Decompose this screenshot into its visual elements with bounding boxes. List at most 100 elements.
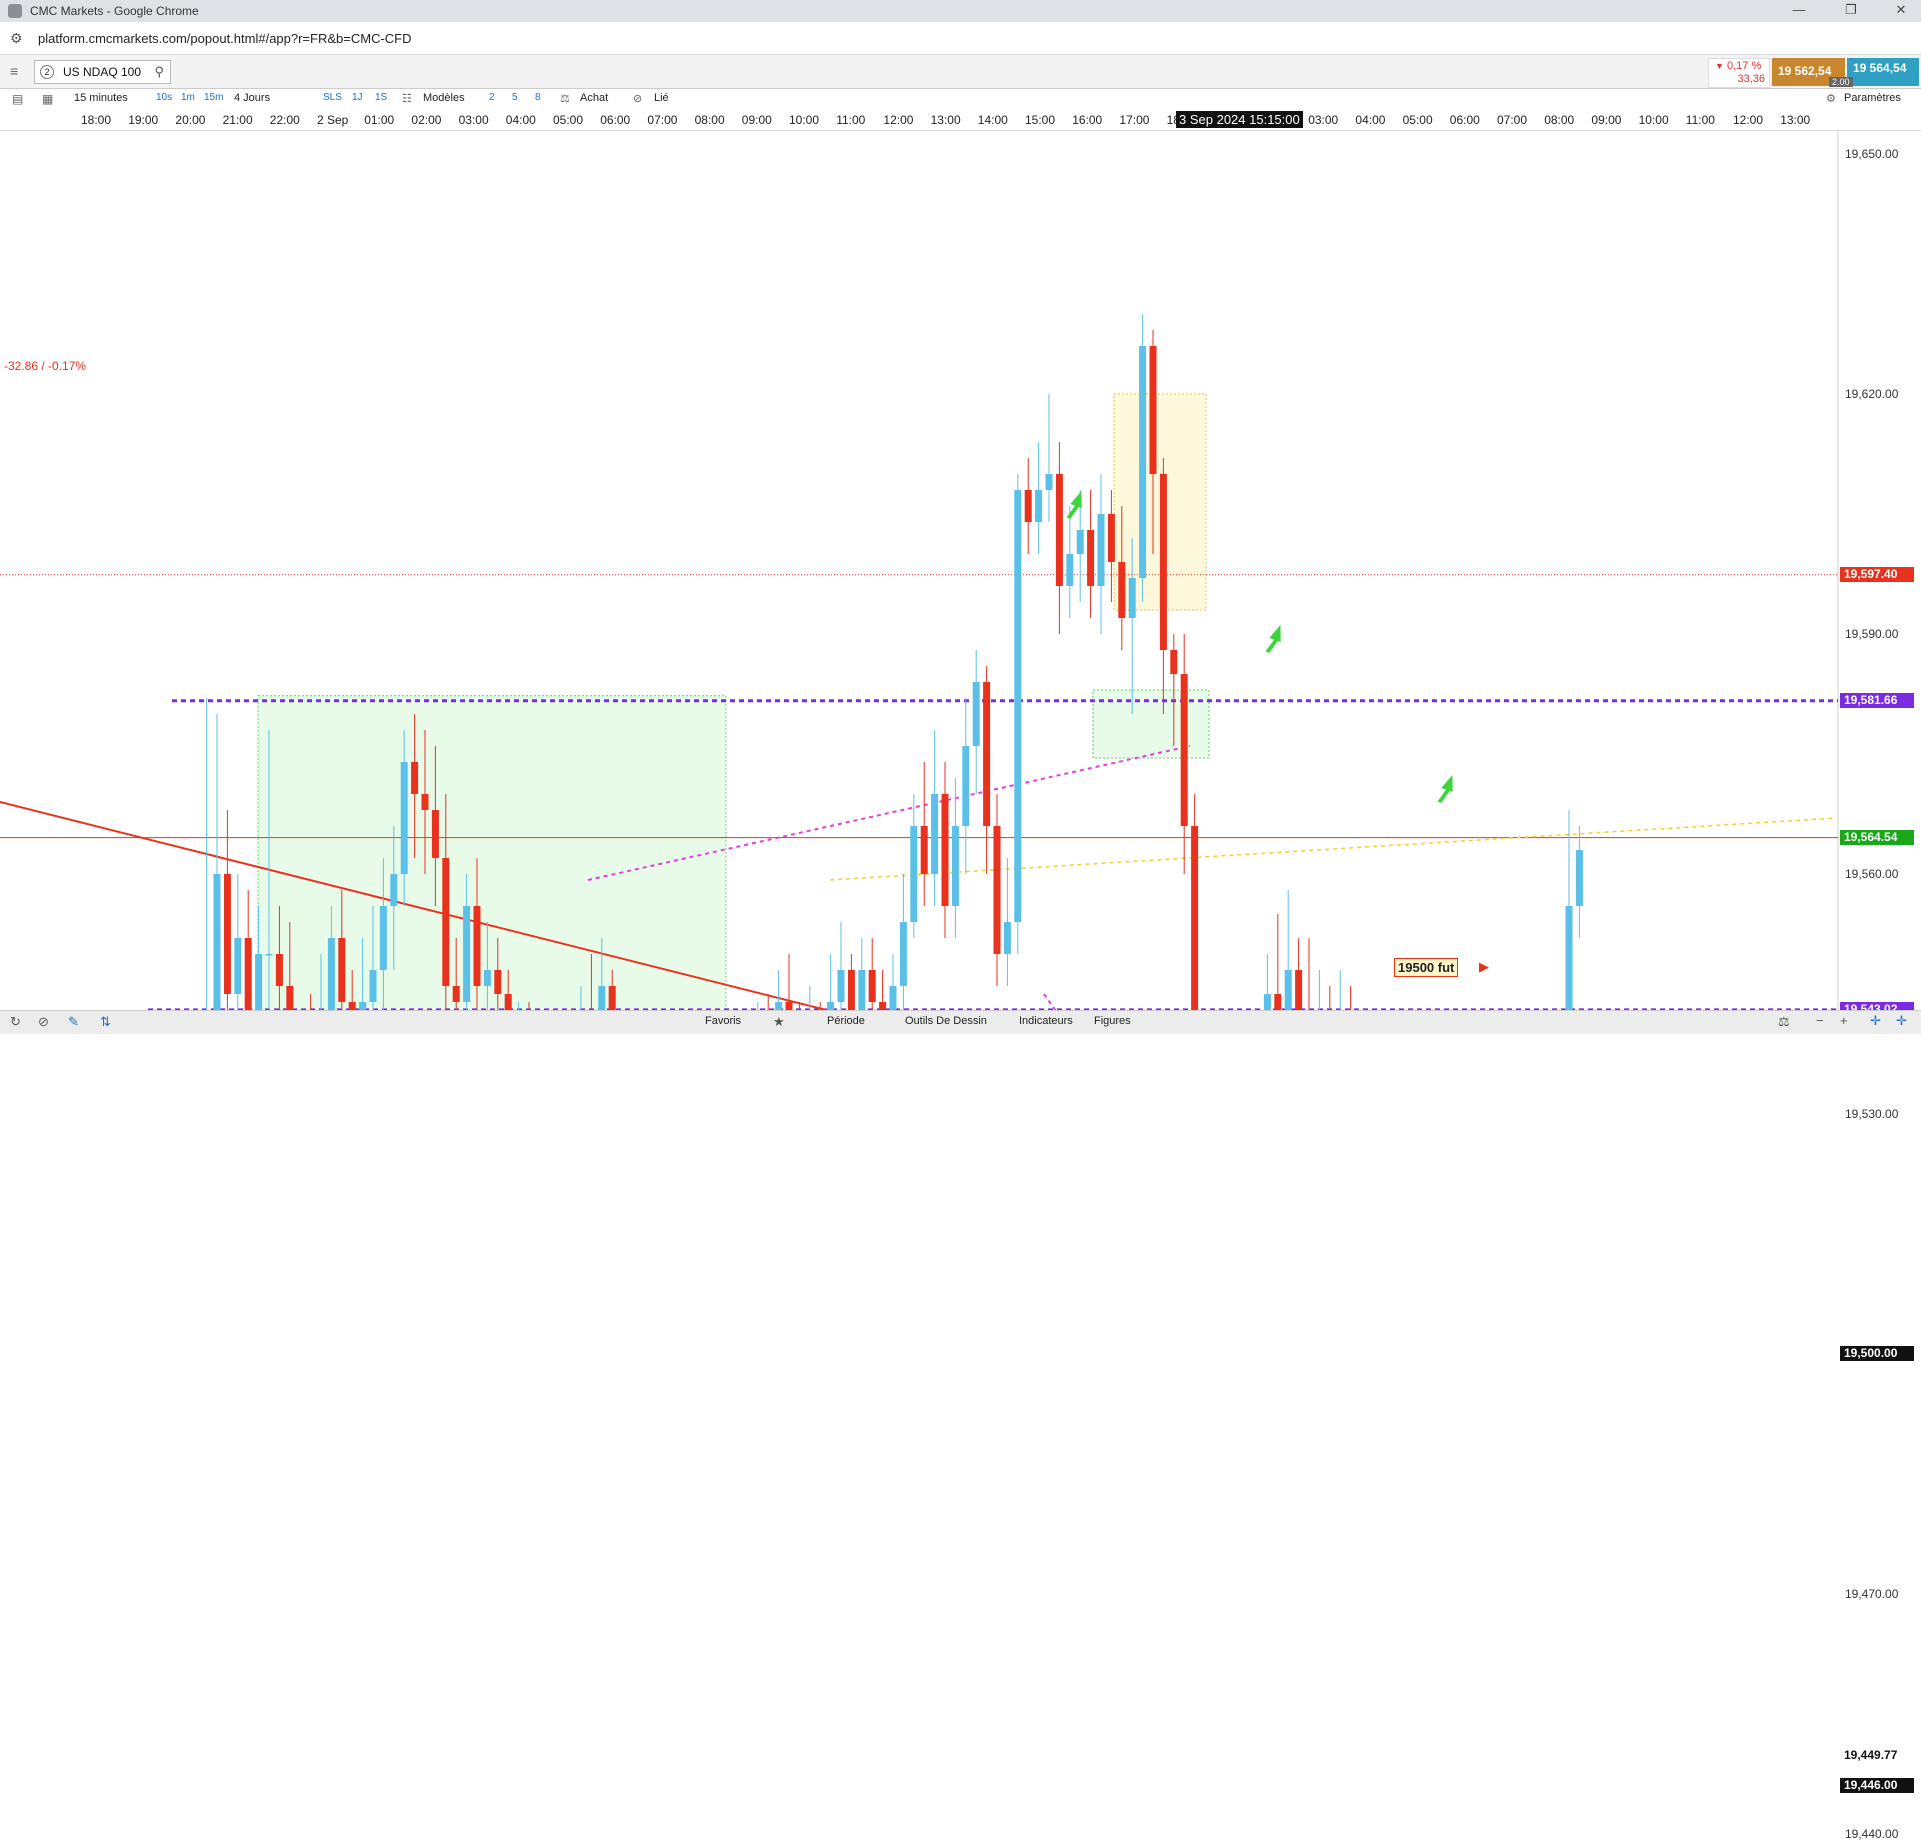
price-tick-label: 19,620.00	[1845, 387, 1899, 401]
time-tick-label: 08:00	[1544, 113, 1575, 127]
url-text[interactable]: platform.cmcmarkets.com/popout.html#/app…	[38, 31, 412, 46]
candle-body	[837, 970, 845, 1002]
tab-favorites[interactable]: Favoris	[705, 1015, 741, 1027]
candle-body	[348, 1002, 356, 1010]
tab-figures[interactable]: Figures	[1094, 1015, 1131, 1027]
candle-body	[338, 938, 346, 1002]
candle-body	[452, 986, 460, 1002]
close-icon[interactable]: ✕	[1886, 2, 1916, 18]
time-tick-label: 17:00	[1119, 113, 1150, 127]
tab-drawing-tools[interactable]: Outils De Dessin	[905, 1015, 987, 1027]
candle-body	[1295, 970, 1303, 1010]
templates-icon[interactable]: ☷	[402, 92, 412, 105]
interval-10s[interactable]: 10s	[156, 92, 172, 103]
template-8[interactable]: 8	[535, 92, 541, 103]
candle-body	[421, 794, 429, 810]
settings-button[interactable]: Paramètres	[1844, 92, 1901, 104]
candle-body	[899, 922, 907, 986]
scale-tool-icon[interactable]: ⚖	[1778, 1014, 1790, 1030]
range-sls[interactable]: SLS	[323, 92, 342, 103]
time-tick-label: 12:00	[1733, 113, 1764, 127]
crosshair-icon[interactable]: ✛	[1870, 1013, 1881, 1029]
buy-button[interactable]: 19 564,54	[1847, 58, 1919, 86]
candle-body	[431, 810, 439, 858]
interval-select[interactable]: 15 minutes	[74, 92, 128, 104]
candle-body	[494, 970, 502, 994]
candle-body	[785, 1002, 793, 1010]
buy-price: 19 564,54	[1853, 61, 1907, 75]
template-2[interactable]: 2	[489, 92, 495, 103]
zoom-out-icon[interactable]: −	[1816, 1013, 1824, 1028]
instrument-selector[interactable]: 2 US NDAQ 100 ⚲	[34, 60, 171, 84]
time-tick-label: 07:00	[647, 113, 678, 127]
chart-toolbar: ▤ ▦ 15 minutes 10s 1m 15m 4 Jours SLS 1J…	[0, 89, 1921, 111]
low-b-price-label: 19,446.00	[1840, 1778, 1914, 1793]
settings-icon[interactable]: ⚙	[1826, 92, 1836, 105]
yellow-trendline	[829, 817, 1837, 881]
time-tick-label: 13:00	[1780, 113, 1811, 127]
tab-period[interactable]: Période	[827, 1015, 865, 1027]
search-icon[interactable]: ⚲	[154, 64, 164, 80]
time-tick-label: 04:00	[505, 113, 536, 127]
templates-button[interactable]: Modèles	[423, 92, 465, 104]
up-arrow-icon	[1265, 624, 1281, 653]
template-5[interactable]: 5	[512, 92, 518, 103]
range-1s[interactable]: 1S	[375, 92, 387, 103]
price-tick-label: 19,470.00	[1845, 1587, 1899, 1601]
candle-body	[359, 1002, 367, 1010]
range-1j[interactable]: 1J	[352, 92, 363, 103]
candle-body	[1024, 490, 1032, 522]
time-tick-label: 20:00	[175, 113, 206, 127]
time-tick-label: 03:00	[1308, 113, 1339, 127]
crosshair-alt-icon[interactable]: ✛	[1896, 1013, 1907, 1029]
time-tick-label: 11:00	[836, 113, 866, 127]
zoom-in-icon[interactable]: +	[1840, 1013, 1848, 1028]
candle-body	[910, 826, 918, 922]
minimize-icon[interactable]: —	[1784, 2, 1814, 17]
linked-button[interactable]: Lié	[654, 92, 669, 104]
layout-grid-icon[interactable]: ▦	[42, 92, 53, 106]
swap-icon[interactable]: ⇅	[100, 1014, 111, 1030]
candle-body	[1107, 514, 1115, 562]
candle-body	[483, 970, 491, 986]
time-tick-label: 14:00	[977, 113, 1008, 127]
chart-canvas[interactable]	[0, 130, 1921, 1010]
interval-15m[interactable]: 15m	[204, 92, 223, 103]
candle-body	[962, 746, 970, 826]
buy-mode-button[interactable]: Achat	[580, 92, 608, 104]
menu-icon[interactable]: ≡	[10, 63, 18, 79]
candle-body	[411, 762, 419, 794]
star-icon[interactable]: ★	[773, 1014, 785, 1030]
scale-icon[interactable]: ⚖	[560, 92, 570, 105]
candle-body	[1014, 490, 1022, 922]
price-tick-label: 19,530.00	[1845, 1107, 1899, 1121]
restore-icon[interactable]: ❐	[1836, 2, 1866, 18]
candle-body	[1139, 346, 1147, 578]
candle-body	[1191, 826, 1199, 1010]
time-axis: 18:00 19:00 20:00 21:00 22:00 2 Sep 01:00 02:00…	[0, 110, 1921, 131]
candle-body	[255, 954, 263, 1010]
site-info-icon[interactable]: ⚙	[10, 30, 23, 47]
candle-body	[265, 954, 273, 956]
refresh-icon[interactable]: ↻	[10, 1014, 21, 1030]
candle-body	[1128, 578, 1136, 618]
future-level-label[interactable]: 19500 fut	[1394, 958, 1459, 977]
tab-indicators[interactable]: Indicateurs	[1019, 1015, 1073, 1027]
link-icon[interactable]: ⊘	[633, 92, 642, 105]
candle-body	[847, 970, 855, 1010]
interval-1m[interactable]: 1m	[181, 92, 195, 103]
candle-body	[442, 858, 450, 986]
up-arrow-icon	[1437, 774, 1453, 803]
spread-badge: 2.00	[1829, 77, 1853, 87]
price-tick-label: 19,590.00	[1845, 627, 1899, 641]
level-upper-price-label: 19,581.66	[1840, 692, 1914, 708]
cancel-icon[interactable]: ⊘	[38, 1014, 49, 1030]
instrument-index: 2	[40, 65, 54, 79]
pencil-icon[interactable]: ✎	[68, 1014, 79, 1030]
price-chart[interactable]: 19,650.00 19,620.00 19,590.00 19,560.00 19,5…	[0, 130, 1921, 1841]
candle-body	[463, 906, 471, 1002]
time-tick-label: 19:00	[128, 113, 159, 127]
candle-body	[951, 826, 959, 906]
list-view-icon[interactable]: ▤	[12, 92, 23, 106]
range-select[interactable]: 4 Jours	[234, 92, 270, 104]
